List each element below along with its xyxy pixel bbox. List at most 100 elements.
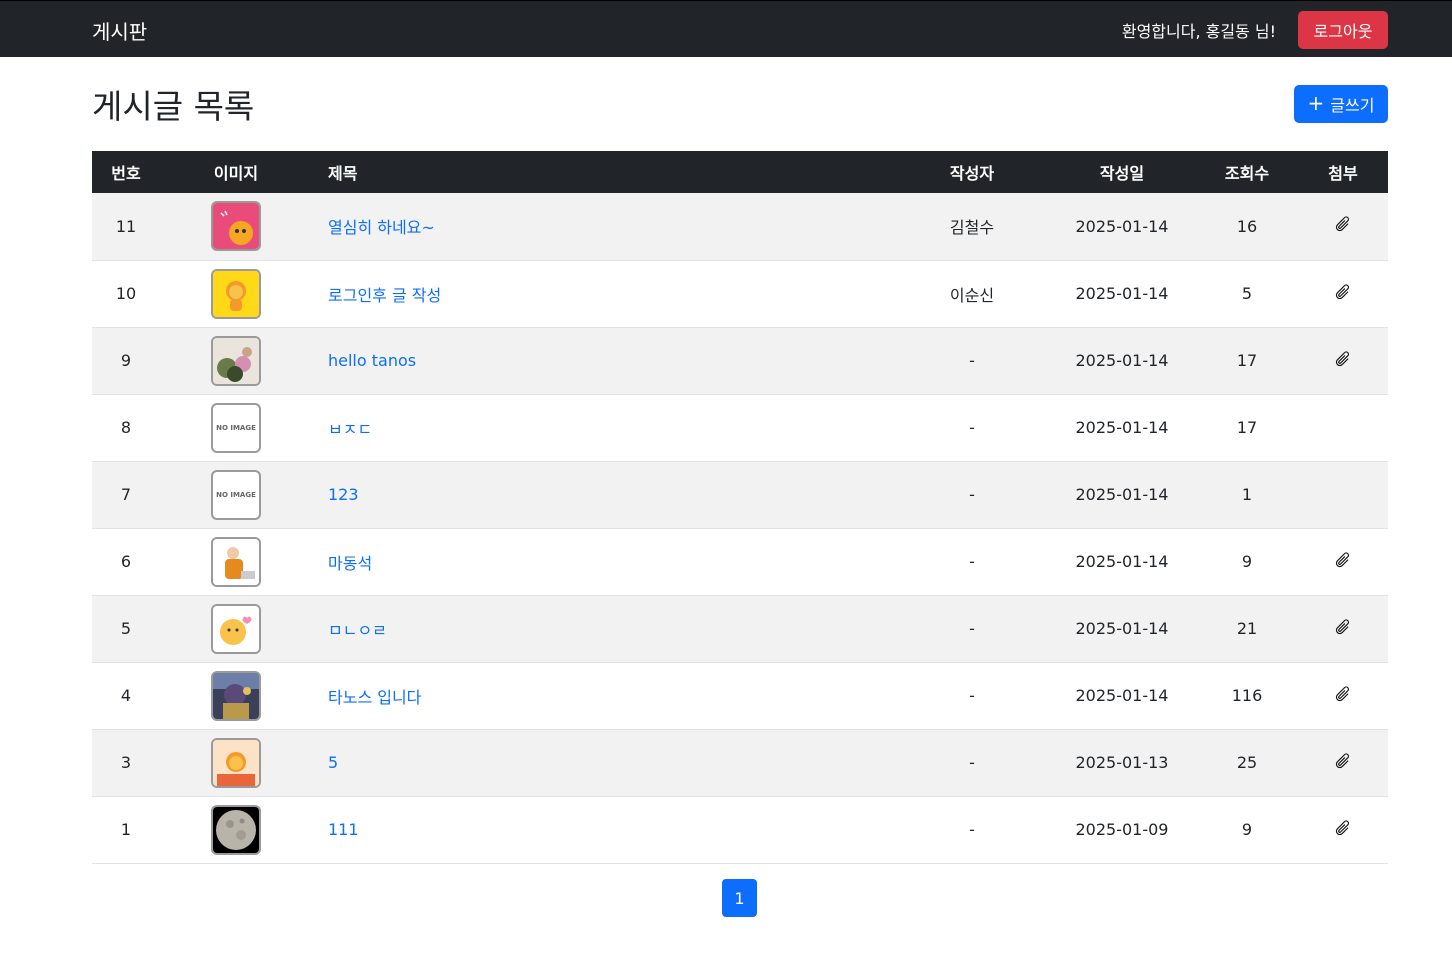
paperclip-icon[interactable]: [1334, 283, 1352, 301]
cell-author: -: [896, 394, 1048, 462]
cell-author: -: [896, 595, 1048, 663]
header-date: 작성일: [1048, 151, 1196, 193]
no-image-placeholder: NO IMAGE: [216, 423, 256, 432]
post-thumbnail[interactable]: [211, 536, 261, 587]
cell-title: 로그인후 글 작성: [312, 260, 896, 328]
post-title-link[interactable]: 123: [328, 485, 359, 504]
post-title-link[interactable]: 타노스 입니다: [328, 688, 421, 707]
cell-views: 9: [1196, 528, 1298, 596]
post-thumbnail[interactable]: [211, 603, 261, 654]
cell-date: 2025-01-14: [1048, 193, 1196, 261]
header-image: 이미지: [160, 151, 312, 193]
cell-views: 17: [1196, 327, 1298, 395]
paperclip-icon[interactable]: [1334, 685, 1352, 703]
cell-num: 6: [92, 528, 160, 596]
logout-button[interactable]: 로그아웃: [1298, 11, 1388, 49]
post-title-link[interactable]: 마동석: [328, 554, 372, 573]
plus-icon: +: [1307, 91, 1325, 115]
cell-image: [160, 260, 312, 328]
cell-views: 5: [1196, 260, 1298, 328]
header-views: 조회수: [1196, 151, 1298, 193]
post-title-link[interactable]: ㅁㄴㅇㄹ: [328, 621, 387, 640]
table-row: 6 마동석 - 2025-01-14 9: [92, 528, 1388, 596]
cell-image: [160, 796, 312, 864]
no-image-placeholder: NO IMAGE: [216, 490, 256, 499]
post-thumbnail[interactable]: [211, 737, 261, 788]
post-thumbnail[interactable]: [211, 804, 261, 855]
cell-views: 116: [1196, 662, 1298, 730]
cell-author: -: [896, 796, 1048, 864]
cell-title: 열심히 하네요~: [312, 193, 896, 261]
cell-attach: [1298, 595, 1388, 663]
post-thumbnail[interactable]: [211, 670, 261, 721]
table-row: 10 로그인후 글 작성 이순신 2025-01-14 5: [92, 260, 1388, 328]
cell-image: [160, 729, 312, 797]
cell-date: 2025-01-14: [1048, 595, 1196, 663]
table-row: 11 열심히 하네요~ 김철수 2025-01-14 16: [92, 193, 1388, 261]
cell-attach: [1298, 260, 1388, 328]
post-title-link[interactable]: 5: [328, 753, 338, 772]
table-header-row: 번호 이미지 제목 작성자 작성일 조회수 첨부: [92, 151, 1388, 193]
pagination-page-1[interactable]: 1: [722, 879, 757, 917]
cell-image: NO IMAGE: [160, 461, 312, 529]
post-thumbnail[interactable]: [211, 201, 261, 252]
post-title-link[interactable]: 열심히 하네요~: [328, 218, 435, 237]
post-title-link[interactable]: ㅂㅈㄷ: [328, 420, 372, 439]
table-row: 7 NO IMAGE 123 - 2025-01-14 1: [92, 461, 1388, 529]
post-thumbnail[interactable]: NO IMAGE: [211, 469, 261, 520]
cell-title: hello tanos: [312, 327, 896, 395]
cell-author: 김철수: [896, 193, 1048, 261]
cell-title: ㅂㅈㄷ: [312, 394, 896, 462]
cell-author: -: [896, 528, 1048, 596]
cell-image: [160, 595, 312, 663]
cell-date: 2025-01-09: [1048, 796, 1196, 864]
brand-link[interactable]: 게시판: [92, 16, 147, 45]
cell-attach: [1298, 394, 1388, 462]
header-author: 작성자: [896, 151, 1048, 193]
cell-attach: [1298, 729, 1388, 797]
write-button[interactable]: + 글쓰기: [1294, 85, 1388, 123]
cell-date: 2025-01-14: [1048, 327, 1196, 395]
header-num: 번호: [92, 151, 160, 193]
paperclip-icon[interactable]: [1334, 819, 1352, 837]
cell-image: NO IMAGE: [160, 394, 312, 462]
cell-num: 10: [92, 260, 160, 328]
paperclip-icon[interactable]: [1334, 350, 1352, 368]
cell-author: 이순신: [896, 260, 1048, 328]
cell-views: 9: [1196, 796, 1298, 864]
cell-attach: [1298, 796, 1388, 864]
cell-views: 1: [1196, 461, 1298, 529]
post-title-link[interactable]: 로그인후 글 작성: [328, 286, 441, 305]
cell-author: -: [896, 729, 1048, 797]
welcome-text: 환영합니다, 홍길동 님!: [1121, 22, 1276, 41]
cell-image: [160, 528, 312, 596]
cell-views: 16: [1196, 193, 1298, 261]
cell-date: 2025-01-14: [1048, 528, 1196, 596]
post-title-link[interactable]: 111: [328, 820, 359, 839]
paperclip-icon[interactable]: [1334, 551, 1352, 569]
table-row: 5 ㅁㄴㅇㄹ - 2025-01-14 21: [92, 595, 1388, 663]
paperclip-icon[interactable]: [1334, 215, 1352, 233]
cell-views: 21: [1196, 595, 1298, 663]
write-button-label: 글쓰기: [1330, 96, 1375, 115]
cell-num: 3: [92, 729, 160, 797]
cell-attach: [1298, 193, 1388, 261]
cell-date: 2025-01-13: [1048, 729, 1196, 797]
cell-image: [160, 327, 312, 395]
cell-attach: [1298, 461, 1388, 529]
paperclip-icon[interactable]: [1334, 618, 1352, 636]
cell-image: [160, 662, 312, 730]
cell-date: 2025-01-14: [1048, 260, 1196, 328]
table-row: 1 111 - 2025-01-09 9: [92, 796, 1388, 864]
post-thumbnail[interactable]: NO IMAGE: [211, 402, 261, 453]
header-title: 제목: [312, 151, 896, 193]
post-thumbnail[interactable]: [211, 268, 261, 319]
cell-views: 17: [1196, 394, 1298, 462]
post-title-link[interactable]: hello tanos: [328, 351, 416, 370]
cell-title: 5: [312, 729, 896, 797]
paperclip-icon[interactable]: [1334, 752, 1352, 770]
table-row: 9 hello tanos - 2025-01-14 17: [92, 327, 1388, 395]
post-thumbnail[interactable]: [211, 335, 261, 386]
table-row: 4 타노스 입니다 - 2025-01-14 116: [92, 662, 1388, 730]
cell-num: 11: [92, 193, 160, 261]
